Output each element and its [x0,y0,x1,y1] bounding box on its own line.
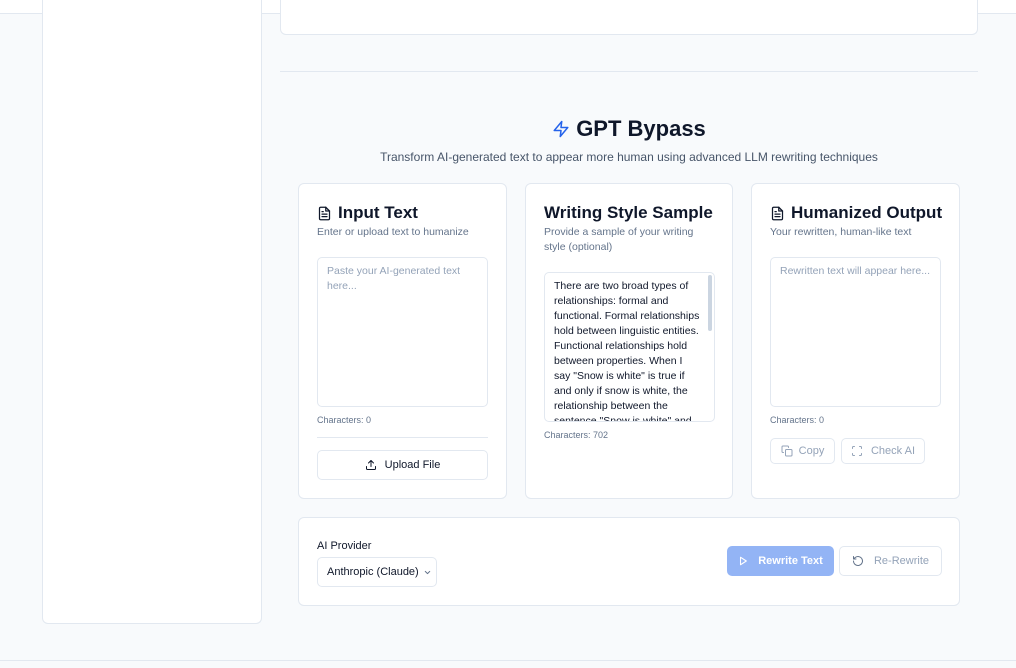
upload-file-label: Upload File [384,459,441,471]
ai-provider-value: Anthropic (Claude) [327,566,419,578]
upload-file-button[interactable]: Upload File [317,450,488,480]
check-ai-label: Check AI [870,445,916,457]
page-subtitle: Transform AI-generated text to appear mo… [380,150,878,164]
rewrite-text-label: Rewrite Text [758,555,823,567]
rewrite-text-button[interactable]: Rewrite Text [727,546,834,576]
writing-style-text: There are two broad types of relationshi… [554,280,700,422]
copy-label: Copy [798,445,825,457]
card-description: Your rewritten, human-like text [770,226,912,238]
card-description: Provide a sample of your writing style (… [544,226,694,253]
writing-style-text-area[interactable]: There are two broad types of relationshi… [544,272,715,422]
bottom-border [0,660,1016,661]
file-text-icon [318,206,331,220]
controls-card: AI Provider Anthropic (Claude) Rewrite T… [298,517,960,606]
card-title: Input Text [338,203,418,222]
writing-style-card: Writing Style Sample Provide a sample of… [525,183,733,499]
page-title: GPT Bypass [576,116,706,141]
section-divider [280,71,978,72]
copy-button[interactable]: Copy [770,438,835,464]
character-counter: Characters: 0 [770,415,825,425]
re-rewrite-button[interactable]: Re-Rewrite [839,546,942,576]
card-title: Humanized Output [791,203,943,222]
input-text-card: Input Text Enter or upload text to human… [298,183,507,499]
ai-provider-select[interactable]: Anthropic (Claude) [317,557,437,587]
card-separator [317,437,488,438]
character-counter: Characters: 702 [544,430,609,440]
output-text-area[interactable]: Rewritten text will appear here... [770,257,941,407]
previous-section-card [280,0,978,35]
card-description: Enter or upload text to humanize [317,226,469,238]
input-text-area[interactable]: Paste your AI-generated text here... [317,257,488,407]
humanized-output-card: Humanized Output Your rewritten, human-l… [751,183,960,499]
upload-icon [365,460,376,470]
copy-icon [781,445,793,457]
character-counter: Characters: 0 [317,415,372,425]
check-ai-button[interactable]: Check AI [841,438,925,464]
card-title: Writing Style Sample [544,203,713,222]
sidebar [42,0,262,624]
ai-provider-label: AI Provider [317,540,372,552]
page-header: GPT Bypass [280,114,978,144]
file-text-icon [771,206,784,220]
chevron-down-icon [424,570,430,574]
rotate-ccw-icon [852,556,863,566]
zap-icon [553,120,569,138]
play-icon [740,556,748,566]
scrollbar-thumb[interactable] [708,275,712,331]
re-rewrite-label: Re-Rewrite [873,555,929,567]
scan-icon [851,446,862,456]
